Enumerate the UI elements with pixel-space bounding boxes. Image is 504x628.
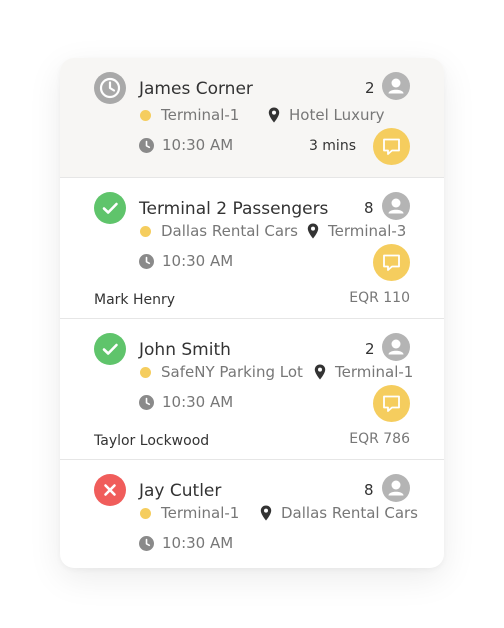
- vehicle-id: EQR 786: [349, 431, 410, 447]
- pickup-location: Dallas Rental Cars: [161, 222, 298, 240]
- clock-icon: [139, 536, 154, 551]
- pickup-dot: [140, 508, 151, 519]
- user-icon: [382, 474, 410, 502]
- pickup-time: 10:30 AM: [162, 393, 234, 411]
- ride-item[interactable]: James Corner 2 Terminal-1 Hotel Luxury 1…: [60, 58, 444, 178]
- pickup-location: Terminal-1: [161, 106, 240, 124]
- ride-item[interactable]: Jay Cutler 8 Terminal-1 Dallas Rental Ca…: [60, 460, 444, 568]
- passenger-count: 2: [365, 340, 375, 358]
- eta-label: 3 mins: [308, 138, 356, 154]
- user-icon: [382, 72, 410, 100]
- ride-item[interactable]: Terminal 2 Passengers 8 Dallas Rental Ca…: [60, 178, 444, 319]
- pickup-dot: [140, 367, 151, 378]
- dropoff-location: Terminal-1: [335, 363, 414, 381]
- location-pin-icon: [260, 505, 272, 521]
- chat-icon: [383, 395, 400, 412]
- vehicle-id: EQR 110: [349, 290, 410, 306]
- clock-icon: [139, 138, 154, 153]
- driver-name: Mark Henry: [94, 292, 176, 308]
- check-icon: [94, 192, 126, 224]
- passenger-name: Jay Cutler: [139, 481, 222, 501]
- pickup-dot: [140, 110, 151, 121]
- passenger-count: 8: [364, 199, 374, 217]
- passenger-count: 8: [364, 481, 374, 499]
- pickup-time: 10:30 AM: [162, 252, 234, 270]
- chat-button[interactable]: [373, 244, 410, 281]
- check-icon: [94, 333, 126, 365]
- dropoff-location: Hotel Luxury: [289, 106, 385, 124]
- driver-name: Taylor Lockwood: [94, 433, 210, 449]
- clock-icon: [94, 72, 126, 104]
- pickup-location: Terminal-1: [161, 504, 240, 522]
- rides-card: James Corner 2 Terminal-1 Hotel Luxury 1…: [60, 58, 444, 568]
- location-pin-icon: [314, 364, 326, 380]
- dropoff-location: Dallas Rental Cars: [281, 504, 418, 522]
- ride-item[interactable]: John Smith 2 SafeNY Parking Lot Terminal…: [60, 319, 444, 460]
- dropoff-location: Terminal-3: [328, 222, 407, 240]
- passenger-count: 2: [365, 79, 375, 97]
- chat-icon: [383, 138, 400, 155]
- chat-button[interactable]: [373, 128, 410, 165]
- pickup-location: SafeNY Parking Lot: [161, 363, 303, 381]
- chat-icon: [383, 254, 400, 271]
- location-pin-icon: [268, 107, 280, 123]
- chat-button[interactable]: [373, 385, 410, 422]
- passenger-name: Terminal 2 Passengers: [139, 199, 329, 219]
- close-icon: [94, 474, 126, 506]
- pickup-time: 10:30 AM: [162, 534, 234, 552]
- pickup-time: 10:30 AM: [162, 136, 234, 154]
- pickup-dot: [140, 226, 151, 237]
- clock-icon: [139, 395, 154, 410]
- user-icon: [382, 333, 410, 361]
- passenger-name: John Smith: [139, 340, 231, 360]
- clock-icon: [139, 254, 154, 269]
- passenger-name: James Corner: [139, 79, 253, 99]
- user-icon: [382, 192, 410, 220]
- location-pin-icon: [307, 223, 319, 239]
